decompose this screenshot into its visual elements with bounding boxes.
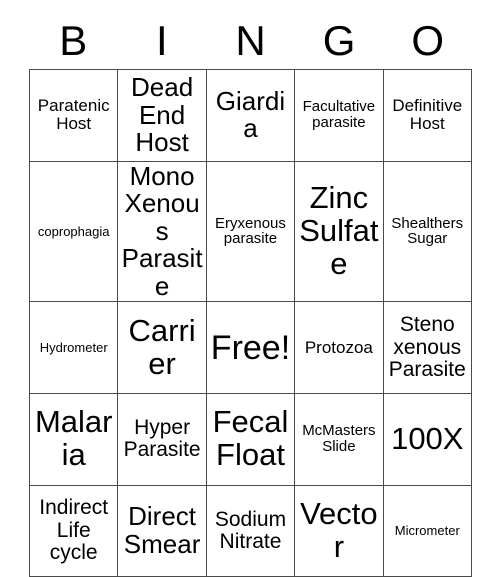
bingo-cell[interactable]: Giardia — [205, 69, 296, 162]
bingo-cell-label: Sodium Nitrate — [214, 507, 287, 553]
bingo-cell[interactable]: Sodium Nitrate — [205, 484, 296, 577]
bingo-cell-label: Protozoa — [304, 337, 373, 357]
bingo-cell[interactable]: Zinc Sulfate — [294, 160, 384, 303]
bingo-cell-label: Malaria — [34, 404, 113, 473]
bingo-cell[interactable]: Steno xenous Parasite — [382, 301, 473, 394]
bingo-cell-label: Carrier — [128, 312, 196, 381]
bingo-cell[interactable]: coprophagia — [28, 160, 119, 303]
bingo-cell[interactable]: Direct Smear — [117, 484, 207, 577]
bingo-row: coprophagia Mono Xenous Parasite Eryxeno… — [28, 160, 473, 303]
bingo-cell-label: Direct Smear — [123, 501, 201, 559]
bingo-cell[interactable]: Mono Xenous Parasite — [117, 160, 207, 303]
bingo-cell-label: Dead End Host — [131, 71, 194, 158]
bingo-cell-label: Hydrometer — [39, 339, 108, 355]
bingo-cell-label: Definitive Host — [392, 96, 463, 134]
bingo-cell-label: Eryxenous parasite — [215, 214, 286, 248]
bingo-cell-label: Vector — [300, 495, 378, 564]
bingo-cell[interactable]: Micrometer — [382, 484, 473, 577]
bingo-cell-label: Micrometer — [394, 522, 460, 538]
bingo-header-letter-b: B — [59, 16, 88, 64]
bingo-cell[interactable]: Shealthers Sugar — [382, 160, 473, 303]
bingo-cell-label: Paratenic Host — [37, 96, 110, 134]
bingo-cell[interactable]: Fecal Float — [205, 392, 296, 486]
bingo-cell-label: Shealthers Sugar — [391, 214, 464, 248]
bingo-header-letter-i: I — [156, 16, 168, 64]
bingo-cell[interactable]: Carrier — [117, 301, 207, 394]
bingo-cell[interactable]: Indirect Life cycle — [28, 484, 119, 577]
bingo-row: Paratenic Host Dead End Host Giardia Fac… — [28, 69, 473, 162]
bingo-cell-label: coprophagia — [37, 223, 110, 239]
bingo-card: B I N G O Paratenic Host Dead End Host G… — [28, 12, 473, 577]
bingo-cell[interactable]: Hyper Parasite — [117, 392, 207, 486]
bingo-row: Hydrometer Carrier Free! Protozoa Steno … — [28, 301, 473, 394]
bingo-cell-label: Facultative parasite — [302, 98, 376, 132]
bingo-cell-label: 100X — [391, 420, 464, 456]
bingo-cell[interactable]: Dead End Host — [117, 69, 207, 162]
bingo-free-cell[interactable]: Free! — [205, 301, 296, 394]
bingo-header-letter-n: N — [235, 16, 266, 64]
bingo-cell[interactable]: Malaria — [28, 392, 119, 486]
bingo-cell[interactable]: Paratenic Host — [28, 69, 119, 162]
bingo-cell-label: Fecal Float — [212, 404, 289, 473]
bingo-cell[interactable]: McMasters Slide — [294, 392, 384, 486]
bingo-cell[interactable]: 100X — [382, 392, 473, 486]
bingo-header: B I N G O — [29, 12, 472, 69]
bingo-cell-label: Indirect Life cycle — [39, 496, 109, 564]
bingo-cell[interactable]: Protozoa — [294, 301, 384, 394]
bingo-cell[interactable]: Facultative parasite — [294, 69, 384, 162]
bingo-row: Indirect Life cycle Direct Smear Sodium … — [28, 484, 473, 577]
bingo-cell-label: Mono Xenous Parasite — [121, 161, 203, 301]
bingo-header-letter-g: G — [322, 16, 356, 64]
bingo-cell-label: Giardia — [215, 85, 286, 144]
bingo-cell[interactable]: Definitive Host — [382, 69, 473, 162]
bingo-cell-label: Steno xenous Parasite — [388, 313, 466, 381]
bingo-cell-label: McMasters Slide — [302, 422, 376, 456]
bingo-cell[interactable]: Eryxenous parasite — [205, 160, 296, 303]
bingo-cell[interactable]: Hydrometer — [28, 301, 119, 394]
bingo-free-label: Free! — [210, 328, 291, 367]
bingo-grid: Paratenic Host Dead End Host Giardia Fac… — [28, 69, 473, 577]
bingo-cell-label: Hyper Parasite — [123, 415, 201, 462]
bingo-cell-label: Zinc Sulfate — [299, 180, 379, 281]
bingo-row: Malaria Hyper Parasite Fecal Float McMas… — [28, 392, 473, 486]
bingo-cell[interactable]: Vector — [294, 484, 384, 577]
bingo-header-letter-o: O — [411, 16, 444, 64]
